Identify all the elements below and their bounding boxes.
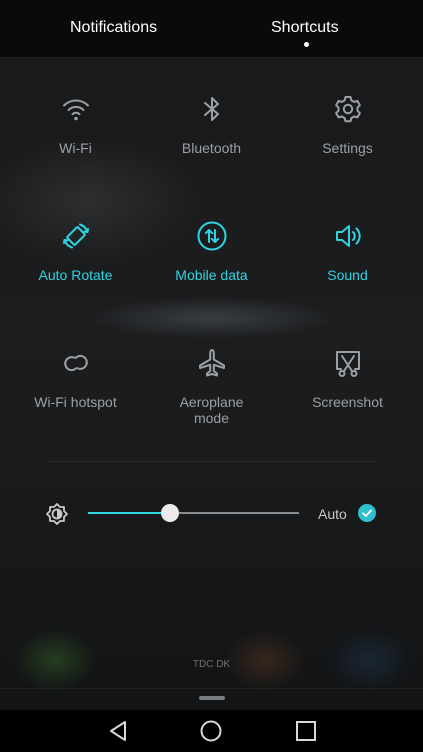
brightness-slider[interactable]	[88, 504, 299, 522]
tile-label-wifi: Wi-Fi	[59, 140, 92, 156]
drag-handle[interactable]	[199, 696, 225, 700]
home-icon[interactable]	[199, 719, 223, 743]
tile-label-auto-rotate: Auto Rotate	[38, 267, 113, 283]
recents-icon[interactable]	[294, 719, 318, 743]
gear-icon	[332, 93, 364, 125]
brightness-slider-fill	[88, 512, 171, 514]
tile-sound[interactable]: Sound	[277, 220, 418, 330]
carrier-label: TDC DK	[192, 659, 231, 670]
active-tab-indicator	[304, 42, 309, 47]
tile-auto-rotate[interactable]: Auto Rotate	[5, 220, 146, 330]
airplane-icon	[196, 347, 228, 379]
tile-label-wifi-hotspot: Wi-Fi hotspot	[34, 394, 117, 410]
bluetooth-icon	[196, 93, 228, 125]
speaker-icon	[332, 220, 364, 252]
section-divider	[48, 461, 376, 462]
tile-label-bluetooth: Bluetooth	[181, 140, 242, 156]
back-icon[interactable]	[106, 719, 130, 743]
auto-brightness-label: Auto	[318, 506, 347, 522]
brightness-icon	[44, 501, 70, 527]
tile-label-sound: Sound	[327, 267, 368, 283]
wifi-icon	[60, 93, 92, 125]
tab-divider	[0, 57, 423, 58]
tile-label-settings: Settings	[322, 140, 373, 156]
tile-label-aeroplane-mode: Aeroplane mode	[179, 394, 244, 426]
screenshot-icon	[332, 347, 364, 379]
tile-wifi-hotspot[interactable]: Wi-Fi hotspot	[5, 347, 146, 457]
tile-screenshot[interactable]: Screenshot	[277, 347, 418, 457]
tile-wifi[interactable]: Wi-Fi	[5, 93, 146, 203]
tile-label-screenshot: Screenshot	[312, 394, 383, 410]
tile-bluetooth[interactable]: Bluetooth	[141, 93, 282, 203]
tile-settings[interactable]: Settings	[277, 93, 418, 203]
tab-notifications[interactable]: Notifications	[70, 19, 157, 37]
tab-bar: Notifications Shortcuts	[0, 0, 423, 57]
navigation-bar	[0, 710, 423, 752]
tile-label-mobile-data: Mobile data	[175, 267, 248, 283]
hotspot-icon	[60, 347, 92, 379]
tab-shortcuts[interactable]: Shortcuts	[271, 19, 339, 37]
tile-mobile-data[interactable]: Mobile data	[141, 220, 282, 330]
auto-brightness-checkbox[interactable]	[358, 504, 376, 522]
auto-rotate-icon	[60, 220, 92, 252]
mobile-data-icon	[196, 220, 228, 252]
panel-bottom-divider	[0, 688, 423, 689]
tile-aeroplane-mode[interactable]: Aeroplane mode	[141, 347, 282, 457]
brightness-slider-thumb[interactable]	[161, 504, 180, 522]
check-icon	[362, 509, 372, 517]
